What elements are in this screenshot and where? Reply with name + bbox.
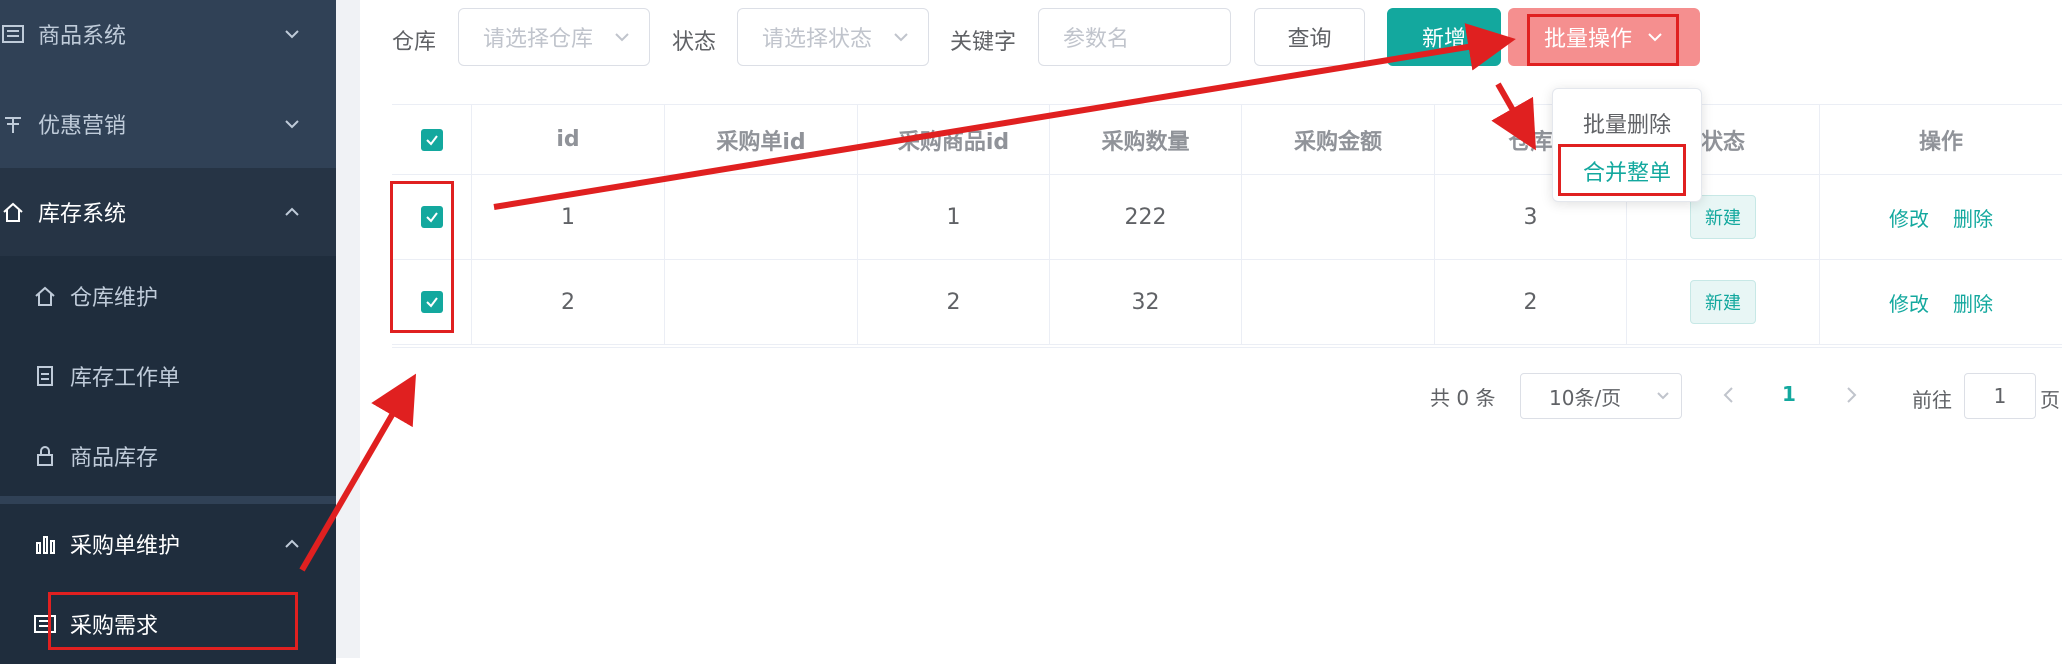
select-all-cell [392, 105, 472, 175]
keyword-input[interactable]: 参数名 [1038, 8, 1231, 66]
chevron-down-icon [285, 30, 299, 39]
warehouse-select-placeholder: 请选择仓库 [483, 27, 594, 52]
document-icon [32, 363, 58, 389]
sidebar-item-label: 仓库维护 [70, 286, 159, 311]
sidebar-item-goods-system[interactable]: 商品系统 [0, 0, 336, 78]
chevron-down-icon [894, 33, 908, 42]
sidebar-item-label: 采购单维护 [70, 534, 181, 559]
sidebar-item-warehouse-maintenance[interactable]: 仓库维护 [0, 256, 336, 336]
sidebar-item-label: 库存工作单 [70, 366, 181, 391]
annotation-box-merge-item [1558, 144, 1686, 196]
column-header-quantity[interactable]: 采购数量 [1050, 105, 1242, 175]
cell-amount [1242, 175, 1435, 260]
chevron-down-icon [285, 120, 299, 129]
purchase-demand-table: id 采购单id 采购商品id 采购数量 采购金额 仓库 状态 操作 1 1 2… [392, 104, 2062, 348]
content-gutter [336, 0, 360, 658]
page-size-value: 10条/页 [1549, 385, 1622, 410]
status-badge: 新建 [1690, 195, 1756, 239]
sidebar-item-purchase-order[interactable]: 采购单维护 [0, 504, 336, 584]
batch-delete-menu-item[interactable]: 批量删除 [1553, 107, 1701, 139]
cell-purchase-id [665, 260, 858, 345]
goto-page-input[interactable]: 1 [1964, 373, 2036, 419]
gift-icon [0, 111, 26, 137]
chevron-down-icon [615, 33, 629, 42]
sidebar-item-inventory-worksheet[interactable]: 库存工作单 [0, 336, 336, 416]
status-select-placeholder: 请选择状态 [762, 27, 873, 52]
chevron-down-icon [1657, 392, 1669, 400]
page-size-select[interactable]: 10条/页 [1520, 373, 1682, 419]
goto-label: 前往 [1912, 388, 1952, 412]
cell-status: 新建 [1627, 260, 1820, 345]
check-icon [425, 134, 438, 146]
pagination-total: 共 0 条 [1430, 386, 1496, 410]
cell-actions: 修改 删除 [1820, 175, 2062, 260]
warehouse-filter-label: 仓库 [392, 30, 437, 55]
page-suffix-label: 页 [2040, 388, 2060, 412]
lock-icon [32, 443, 58, 469]
column-header-sku-id[interactable]: 采购商品id [858, 105, 1050, 175]
sidebar-item-label: 优惠营销 [38, 114, 127, 139]
annotation-box-batch-button [1527, 14, 1679, 66]
current-page-number[interactable]: 1 [1782, 382, 1796, 406]
next-page-icon[interactable] [1840, 384, 1862, 406]
delete-link[interactable]: 删除 [1953, 288, 1993, 317]
sidebar-item-label: 商品系统 [38, 24, 127, 49]
chevron-up-icon [285, 207, 299, 216]
column-header-actions: 操作 [1820, 105, 2062, 175]
cell-amount [1242, 260, 1435, 345]
cell-sku-id: 1 [858, 175, 1050, 260]
add-button[interactable]: 新增 [1387, 8, 1501, 66]
keyword-input-placeholder: 参数名 [1063, 27, 1130, 52]
status-filter-label: 状态 [672, 30, 717, 55]
edit-link[interactable]: 修改 [1889, 288, 1929, 317]
sidebar-item-label: 库存系统 [38, 202, 127, 227]
cell-quantity: 222 [1050, 175, 1242, 260]
cell-warehouse: 2 [1435, 260, 1627, 345]
keyword-filter-label: 关键字 [950, 30, 1017, 55]
home-icon [0, 199, 26, 225]
column-header-purchase-id[interactable]: 采购单id [665, 105, 858, 175]
column-header-amount[interactable]: 采购金额 [1242, 105, 1435, 175]
sidebar-item-goods-stock[interactable]: 商品库存 [0, 416, 336, 496]
cell-sku-id: 2 [858, 260, 1050, 345]
sidebar-item-promotion[interactable]: 优惠营销 [0, 80, 336, 168]
cell-id: 2 [472, 260, 665, 345]
chevron-up-icon [285, 539, 299, 548]
column-header-id[interactable]: id [472, 105, 665, 175]
query-button[interactable]: 查询 [1254, 8, 1365, 66]
list-icon [0, 21, 26, 47]
delete-link[interactable]: 删除 [1953, 203, 1993, 232]
edit-link[interactable]: 修改 [1889, 203, 1929, 232]
cell-actions: 修改 删除 [1820, 260, 2062, 345]
status-badge: 新建 [1690, 280, 1756, 324]
annotation-box-purchase-demand [48, 592, 298, 650]
bar-chart-icon [32, 531, 58, 557]
prev-page-icon[interactable] [1718, 384, 1740, 406]
sidebar-item-label: 商品库存 [70, 446, 159, 471]
status-select[interactable]: 请选择状态 [737, 8, 929, 66]
select-all-checkbox[interactable] [420, 128, 443, 151]
home-icon [32, 283, 58, 309]
cell-purchase-id [665, 175, 858, 260]
cell-id: 1 [472, 175, 665, 260]
sidebar: 商品系统 优惠营销 库存系统 仓库维护 库存工作单 商品库存 采购单维护 采购需… [0, 0, 336, 664]
cell-quantity: 32 [1050, 260, 1242, 345]
annotation-box-checkboxes [390, 181, 454, 333]
warehouse-select[interactable]: 请选择仓库 [458, 8, 650, 66]
sidebar-item-inventory-system[interactable]: 库存系统 [0, 168, 336, 256]
